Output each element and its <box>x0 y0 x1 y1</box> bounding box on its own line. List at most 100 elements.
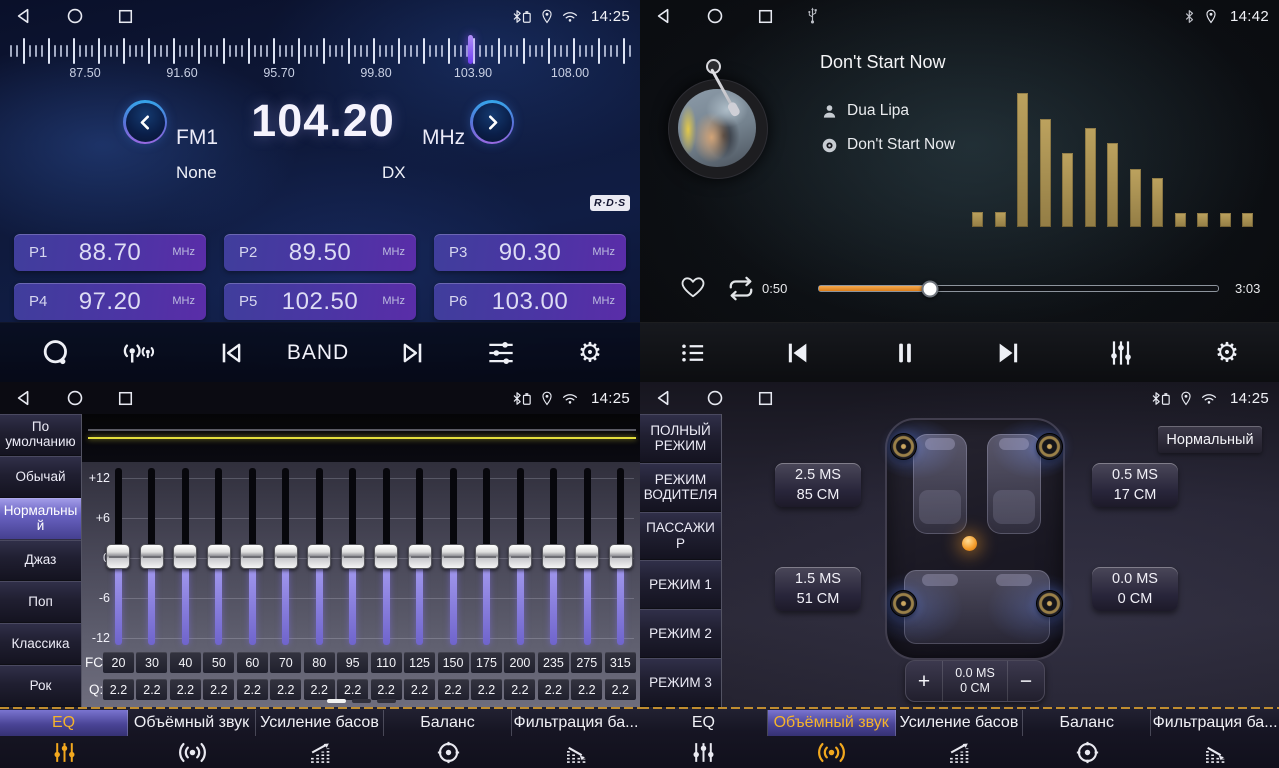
eq-band-slider[interactable] <box>304 460 334 650</box>
tab-surround[interactable]: Объёмный звук <box>128 707 256 768</box>
nav-home-icon[interactable] <box>706 389 724 407</box>
settings-gear-icon[interactable]: ⚙ <box>572 339 608 368</box>
playlist-button[interactable] <box>674 339 713 368</box>
tab-balance[interactable]: Баланс <box>1023 707 1151 768</box>
eq-band-slider[interactable] <box>103 460 133 650</box>
delay-front-left-button[interactable]: 2.5 MS 85 CM <box>775 463 861 507</box>
slider-thumb[interactable] <box>441 544 465 569</box>
nav-back-icon[interactable] <box>655 389 673 407</box>
q-value[interactable]: 2.2 <box>170 679 201 700</box>
preset-button[interactable]: P6 103.00 MHz <box>434 283 626 320</box>
repeat-button[interactable] <box>720 275 762 302</box>
slider-thumb[interactable] <box>274 544 298 569</box>
eq-band-slider[interactable] <box>405 460 435 650</box>
q-value[interactable]: 2.2 <box>371 679 402 700</box>
eq-band-slider[interactable] <box>472 460 502 650</box>
favorite-button[interactable] <box>674 274 712 300</box>
fc-value[interactable]: 235 <box>538 652 569 673</box>
preset-button[interactable]: P5 102.50 MHz <box>224 283 416 320</box>
listening-position-marker[interactable] <box>962 536 977 551</box>
eq-preset-item[interactable]: Поп <box>0 581 81 623</box>
pause-button[interactable] <box>885 338 925 368</box>
nav-home-icon[interactable] <box>706 7 724 25</box>
slider-thumb[interactable] <box>508 544 532 569</box>
nav-back-icon[interactable] <box>655 7 673 25</box>
eq-band-slider[interactable] <box>137 460 167 650</box>
q-value[interactable]: 2.2 <box>270 679 301 700</box>
next-station-button[interactable] <box>393 338 433 368</box>
tab-bass-boost[interactable]: Усиление басов <box>896 707 1024 768</box>
q-value[interactable]: 2.2 <box>203 679 234 700</box>
eq-preset-item[interactable]: Классика <box>0 623 81 665</box>
eq-preset-item[interactable]: Рок <box>0 665 81 707</box>
slider-thumb[interactable] <box>140 544 164 569</box>
nav-back-icon[interactable] <box>15 389 33 407</box>
q-value[interactable]: 2.2 <box>304 679 335 700</box>
seek-down-button[interactable] <box>123 100 167 144</box>
tab-filter[interactable]: Фильтрация ба... <box>512 707 640 768</box>
listening-mode-item[interactable]: РЕЖИМ 2 <box>640 609 721 658</box>
tab-balance[interactable]: Баланс <box>384 707 512 768</box>
sound-preset-button[interactable]: Нормальный <box>1158 426 1262 453</box>
slider-thumb[interactable] <box>374 544 398 569</box>
settings-gear-icon[interactable]: ⚙ <box>1209 339 1245 368</box>
nav-recents-icon[interactable] <box>117 8 134 25</box>
fc-value[interactable]: 110 <box>371 652 402 673</box>
fc-value[interactable]: 40 <box>170 652 201 673</box>
nav-recents-icon[interactable] <box>757 8 774 25</box>
fc-value[interactable]: 70 <box>270 652 301 673</box>
fc-value[interactable]: 30 <box>136 652 167 673</box>
equalizer-button[interactable] <box>1101 338 1141 368</box>
q-value[interactable]: 2.2 <box>471 679 502 700</box>
fc-value[interactable]: 125 <box>404 652 435 673</box>
q-value[interactable]: 2.2 <box>103 679 134 700</box>
nav-home-icon[interactable] <box>66 7 84 25</box>
nav-home-icon[interactable] <box>66 389 84 407</box>
fc-value[interactable]: 150 <box>438 652 469 673</box>
fc-value[interactable]: 50 <box>203 652 234 673</box>
increase-delay-button[interactable]: + <box>906 661 942 701</box>
previous-station-button[interactable] <box>211 338 251 368</box>
eq-band-slider[interactable] <box>606 460 636 650</box>
band-button[interactable]: BAND <box>281 340 355 366</box>
previous-track-button[interactable] <box>777 338 817 368</box>
next-track-button[interactable] <box>989 338 1029 368</box>
q-value[interactable]: 2.2 <box>538 679 569 700</box>
delay-rear-left-button[interactable]: 1.5 MS 51 CM <box>775 567 861 611</box>
q-value[interactable]: 2.2 <box>237 679 268 700</box>
slider-thumb[interactable] <box>207 544 231 569</box>
seek-bar[interactable] <box>818 285 1219 292</box>
fc-value[interactable]: 175 <box>471 652 502 673</box>
preset-button[interactable]: P2 89.50 MHz <box>224 234 416 271</box>
fc-value[interactable]: 60 <box>237 652 268 673</box>
fc-value[interactable]: 80 <box>304 652 335 673</box>
eq-band-slider[interactable] <box>338 460 368 650</box>
delay-rear-right-button[interactable]: 0.0 MS 0 CM <box>1092 567 1178 611</box>
tab-bass-boost[interactable]: Усиление басов <box>256 707 384 768</box>
broadcast-pty-button[interactable] <box>116 339 162 367</box>
eq-band-slider[interactable] <box>271 460 301 650</box>
slider-thumb[interactable] <box>240 544 264 569</box>
q-value[interactable]: 2.2 <box>504 679 535 700</box>
fc-value[interactable]: 95 <box>337 652 368 673</box>
q-value[interactable]: 2.2 <box>571 679 602 700</box>
listening-mode-item[interactable]: ПОЛНЫЙ РЕЖИМ <box>640 414 721 463</box>
nav-recents-icon[interactable] <box>117 390 134 407</box>
q-value[interactable]: 2.2 <box>136 679 167 700</box>
eq-band-slider[interactable] <box>505 460 535 650</box>
slider-thumb[interactable] <box>341 544 365 569</box>
preset-button[interactable]: P4 97.20 MHz <box>14 283 206 320</box>
q-value[interactable]: 2.2 <box>605 679 636 700</box>
scan-button[interactable] <box>36 338 76 368</box>
tab-eq[interactable]: EQ <box>0 707 128 768</box>
slider-thumb[interactable] <box>609 544 633 569</box>
frequency-scale[interactable] <box>10 36 632 66</box>
tab-surround[interactable]: Объёмный звук <box>768 707 896 768</box>
q-value[interactable]: 2.2 <box>337 679 368 700</box>
fc-value[interactable]: 200 <box>504 652 535 673</box>
eq-preset-item[interactable]: Джаз <box>0 540 81 582</box>
eq-preset-item[interactable]: По умолчанию <box>0 414 81 456</box>
audio-settings-button[interactable] <box>481 338 521 368</box>
slider-thumb[interactable] <box>173 544 197 569</box>
nav-back-icon[interactable] <box>15 7 33 25</box>
